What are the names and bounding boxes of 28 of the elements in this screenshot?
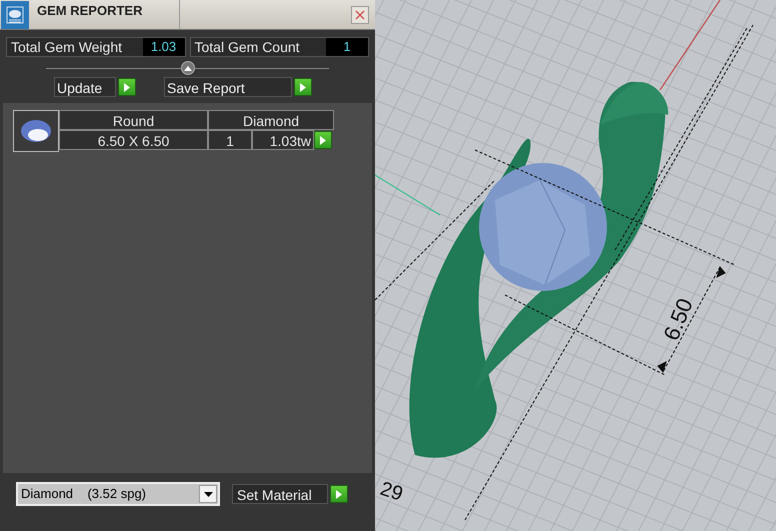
play-icon[interactable] [330,485,348,503]
close-icon [355,10,365,20]
table-cell: Diamond [208,110,334,130]
total-label: Total Gem Weight [10,38,124,57]
set-material-button[interactable]: Set Material [232,484,328,504]
collapse-handle[interactable] [180,61,194,75]
table-cell: Round [59,110,208,130]
table-cell: 6.50 X 6.50 [59,130,208,150]
play-icon[interactable] [294,78,312,96]
play-icon[interactable] [314,131,332,149]
dropdown-value: Diamond (3.52 spg) [20,485,148,504]
window-title: GEM REPORTER [37,2,144,20]
gem-icon [20,119,52,143]
action-button[interactable]: Save Report [164,77,292,97]
table-cell: 1.03tw [252,130,314,150]
close-button[interactable] [351,6,369,24]
total-value: 1 [326,38,368,56]
total-value: 1.03 [142,38,184,56]
gem-thumbnail[interactable] [13,110,59,152]
material-dropdown[interactable]: Diamond (3.52 spg) [16,482,220,506]
axis-line [375,174,440,216]
action-button[interactable]: Update [54,77,116,97]
dimension-label: 6.50 [658,294,698,344]
app-icon [1,0,29,28]
table-cell: 1 [208,130,252,150]
total-label: Total Gem Count [194,38,301,56]
dimension-label: 29 [377,478,406,506]
play-icon[interactable] [118,78,136,96]
